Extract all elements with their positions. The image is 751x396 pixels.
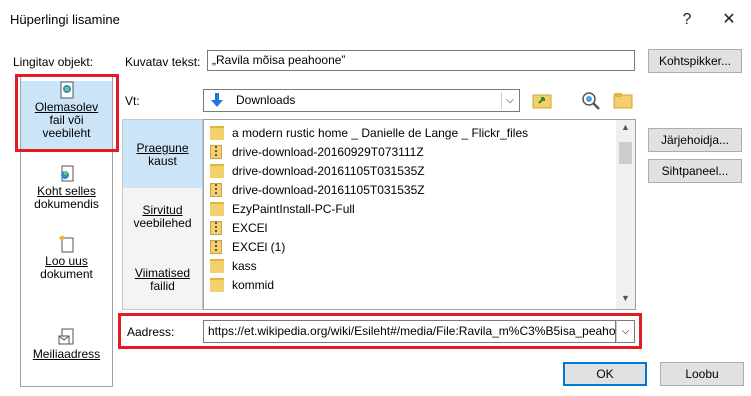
display-text-label: Kuvatav tekst: <box>125 55 201 69</box>
link-to-label: Lingitav objekt: <box>13 55 94 69</box>
scrollbar-thumb[interactable] <box>619 142 632 164</box>
zip-folder-icon <box>210 239 222 254</box>
browse-web-icon[interactable] <box>580 90 602 111</box>
nav-current-folder-label-1: Praegune <box>136 141 189 155</box>
list-item[interactable]: EzyPaintInstall-PC-Full <box>210 201 355 218</box>
list-item[interactable]: kommid <box>210 277 274 294</box>
target-frame-button[interactable]: Sihtpaneel... <box>648 159 742 183</box>
zip-folder-icon <box>210 182 222 197</box>
nav-browsed-pages-label-2: veebilehed <box>133 216 192 230</box>
nav-current-folder[interactable]: Praegune kaust <box>123 120 202 188</box>
folder-icon <box>210 277 224 292</box>
scroll-down-arrow-icon[interactable]: ▼ <box>616 293 635 307</box>
scroll-up-arrow-icon[interactable]: ▲ <box>616 122 635 136</box>
new-document-label-1: Loo uus <box>45 254 88 268</box>
list-item[interactable]: a modern rustic home _ Danielle de Lange… <box>210 125 528 142</box>
nav-browsed-pages-label-1: Sirvitud <box>142 203 183 217</box>
list-item[interactable]: EXCEl <box>210 220 267 237</box>
place-in-document-icon <box>58 165 76 183</box>
zip-folder-icon <box>210 220 222 235</box>
title-bar: Hüperlingi lisamine ? ✕ <box>0 0 751 40</box>
bookmark-button[interactable]: Järjehoidja... <box>648 128 742 152</box>
folder-icon <box>210 125 224 140</box>
list-item[interactable]: EXCEl (1) <box>210 239 285 256</box>
look-in-dropdown[interactable]: Downloads <box>203 89 520 112</box>
list-item[interactable]: drive-download-20161105T031535Z <box>210 163 425 180</box>
up-one-folder-icon[interactable] <box>531 90 553 111</box>
file-list[interactable]: a modern rustic home _ Danielle de Lange… <box>203 119 636 310</box>
ok-button[interactable]: OK <box>563 362 647 386</box>
highlight-existing-file <box>15 74 119 152</box>
cancel-button[interactable]: Loobu <box>660 362 744 386</box>
window-title: Hüperlingi lisamine <box>10 12 120 27</box>
place-in-document-label-1: Koht selles <box>37 184 96 198</box>
chevron-down-icon[interactable]: ⌵ <box>501 92 518 109</box>
highlight-address <box>118 313 642 349</box>
new-document-label-2: dokument <box>40 267 93 281</box>
close-button[interactable]: ✕ <box>712 6 746 34</box>
link-to-new-document[interactable]: Loo uus dokument <box>21 235 112 285</box>
look-in-value: Downloads <box>236 93 296 107</box>
down-arrow-icon <box>209 92 225 109</box>
look-in-label: Vt: <box>125 94 140 108</box>
email-address-label: Meiliaadress <box>32 347 101 361</box>
list-item[interactable]: drive-download-20160929T073111Z <box>210 144 424 161</box>
folder-icon <box>210 258 224 273</box>
nav-recent-files-label-1: Viimatised <box>134 266 191 280</box>
browse-nav-pane: Praegune kaust Sirvitud veebilehed Viima… <box>122 119 203 310</box>
nav-recent-files-label-2: failid <box>150 279 175 293</box>
folder-icon <box>210 201 224 216</box>
display-text-input[interactable]: „Ravila mõisa peahoone” <box>207 50 635 71</box>
nav-recent-files[interactable]: Viimatised failid <box>123 267 202 307</box>
browse-file-icon[interactable] <box>612 90 634 111</box>
link-to-email-address[interactable]: Meiliaadress <box>21 328 112 364</box>
nav-current-folder-label-2: kaust <box>148 154 177 168</box>
new-document-icon <box>58 235 76 253</box>
place-in-document-label-2: dokumendis <box>34 197 99 211</box>
list-item[interactable]: drive-download-20161105T031535Z <box>210 182 425 199</box>
help-button[interactable]: ? <box>670 6 704 34</box>
folder-icon <box>210 163 224 178</box>
screentip-button[interactable]: Kohtspikker... <box>648 49 742 73</box>
zip-folder-icon <box>210 144 222 159</box>
nav-browsed-pages[interactable]: Sirvitud veebilehed <box>123 204 202 244</box>
email-address-icon <box>58 328 76 346</box>
list-item[interactable]: kass <box>210 258 257 275</box>
file-list-scrollbar[interactable]: ▲ ▼ <box>616 120 635 309</box>
link-to-place-in-document[interactable]: Koht selles dokumendis <box>21 165 112 215</box>
